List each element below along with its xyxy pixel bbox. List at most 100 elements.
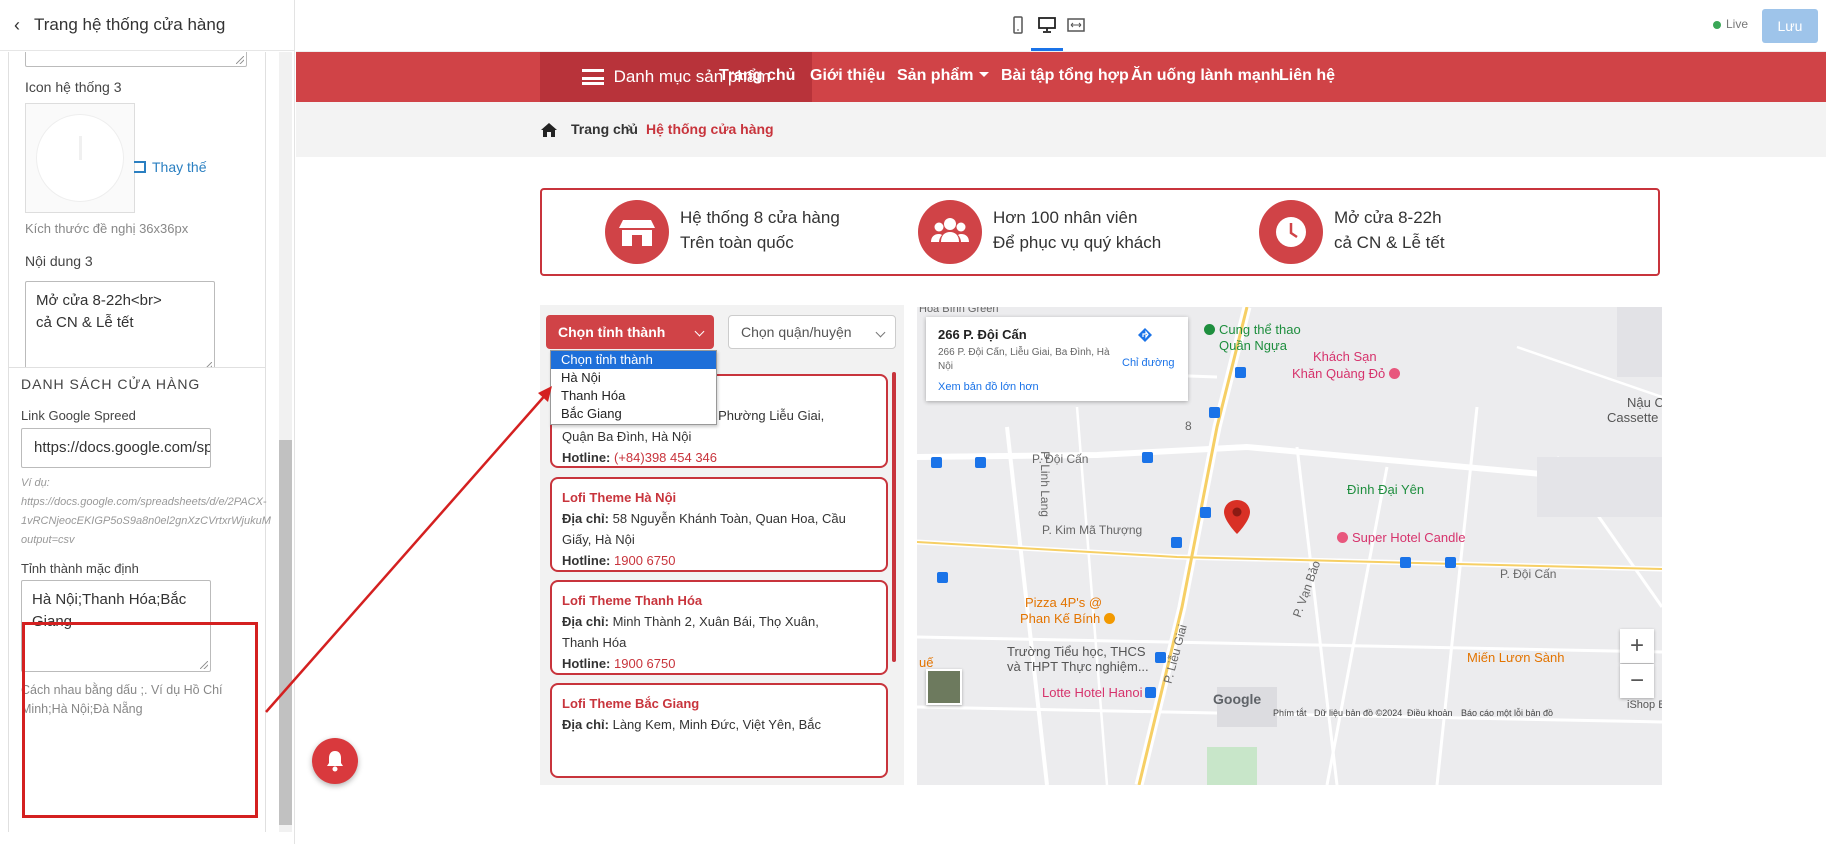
store-card[interactable]: Lofi Theme Hà Nội Địa chỉ: 58 Nguyễn Khá…: [550, 477, 888, 572]
map-footer-report[interactable]: Báo cáo một lỗi bản đồ: [1461, 708, 1553, 718]
store-name: Lofi Theme Bắc Giang: [562, 696, 700, 711]
notification-bell-button[interactable]: [312, 738, 358, 784]
panel-scrollbar-thumb[interactable]: [279, 440, 292, 825]
store-list[interactable]: Cấn, Phường Liễu Giai, Quận Ba Đình, Hà …: [550, 367, 896, 785]
province-option[interactable]: Thanh Hóa: [551, 387, 716, 405]
clock-icon: [1259, 200, 1323, 264]
home-icon[interactable]: [540, 122, 558, 138]
mobile-view-icon[interactable]: [1009, 16, 1027, 34]
desktop-view-icon[interactable]: [1038, 16, 1056, 34]
store-address: Làng Kem, Minh Đức, Việt Yên, Bắc: [612, 717, 821, 732]
fullwidth-view-icon[interactable]: [1067, 16, 1085, 34]
map-info-card: 266 P. Đội Cấn 266 P. Đội Cấn, Liễu Giai…: [926, 317, 1188, 401]
bus-stop-icon: [1145, 687, 1156, 698]
panel-header: ‹ Trang hệ thống cửa hàng: [0, 0, 294, 51]
directions-icon: [1138, 328, 1152, 342]
province-option[interactable]: Hà Nội: [551, 369, 716, 387]
nav-exercises[interactable]: Bài tập tổng hợp: [1001, 67, 1129, 85]
bus-stop-icon: [931, 457, 942, 468]
store-name: Lofi Theme Thanh Hóa: [562, 593, 703, 608]
google-map[interactable]: 266 P. Đội Cấn 266 P. Đội Cấn, Liễu Giai…: [917, 307, 1662, 785]
map-footer-terms[interactable]: Điều khoản: [1407, 708, 1453, 718]
example-url-3: output=csv: [21, 534, 75, 546]
store-card[interactable]: Lofi Theme Thanh Hóa Địa chỉ: Minh Thành…: [550, 580, 888, 675]
section-title: DANH SÁCH CỬA HÀNG: [21, 376, 201, 392]
live-label: Live: [1726, 17, 1749, 31]
store-address-2: Thanh Hóa: [562, 635, 627, 650]
breadcrumb-separator-icon: ›: [627, 119, 633, 136]
features-box: Hệ thống 8 cửa hàng Trên toàn quốc Hơn 1…: [540, 188, 1660, 276]
directions-link[interactable]: Chỉ đường: [1122, 328, 1175, 369]
map-poi: uế: [919, 655, 934, 670]
district-select[interactable]: Chọn quận/huyện: [728, 315, 896, 349]
nav-about[interactable]: Giới thiệu: [810, 67, 885, 85]
zoom-in-button[interactable]: +: [1620, 629, 1654, 663]
map-footer-data: Dữ liệu bản đồ ©2024: [1314, 708, 1403, 718]
main-nav: Danh mục sản phẩm Trang chủ Giới thiệu S…: [296, 52, 1826, 102]
active-view-indicator: [1031, 48, 1063, 51]
store-card[interactable]: Lofi Theme Bắc Giang Địa chỉ: Làng Kem, …: [550, 683, 888, 778]
map-poi: Miến Lươn Sành: [1467, 650, 1565, 665]
map-poi: Phan Kế Bính: [1020, 611, 1115, 626]
map-poi: Lotte Hotel Hanoi: [1042, 685, 1143, 700]
breadcrumb-bar: [296, 102, 1826, 157]
map-poi: Cassette Wor: [1607, 410, 1662, 425]
satellite-toggle[interactable]: [926, 669, 962, 705]
map-poi: Khách Sạn: [1313, 349, 1377, 364]
store-address-2: Quận Ba Đình, Hà Nội: [562, 429, 692, 444]
map-footer-shortcuts[interactable]: Phím tắt: [1273, 708, 1307, 718]
province-select[interactable]: Chọn tỉnh thành: [546, 315, 714, 349]
replace-icon-button[interactable]: Thay thế: [134, 159, 206, 175]
live-status-dot: [1713, 21, 1721, 29]
store-list-scrollbar[interactable]: [892, 372, 896, 662]
feature-hours-line2: cả CN & Lễ tết: [1334, 233, 1445, 252]
breadcrumb-current: Hệ thống cửa hàng: [646, 121, 774, 137]
map-poi: và THPT Thực nghiệm...: [1007, 659, 1149, 674]
nav-products[interactable]: Sản phẩm: [897, 67, 990, 85]
panel-title: Trang hệ thống cửa hàng: [34, 15, 226, 34]
default-province-label: Tỉnh thành mặc định: [21, 561, 139, 576]
chevron-down-icon: [694, 326, 705, 337]
store-address: 58 Nguyễn Khánh Toàn, Quan Hoa, Cầu: [612, 511, 846, 526]
province-dropdown[interactable]: Chọn tỉnh thành Hà Nội Thanh Hóa Bắc Gia…: [550, 350, 717, 425]
zoom-out-button[interactable]: −: [1620, 664, 1654, 698]
sheet-label: Link Google Spreed: [21, 408, 136, 423]
bus-stop-icon: [1200, 507, 1211, 518]
sheet-url-input[interactable]: https://docs.google.com/spreadsheets: [21, 428, 211, 468]
map-poi: Pizza 4P's @: [1025, 595, 1103, 610]
map-street-label: P. Kim Mã Thượng: [1042, 523, 1143, 537]
store-hotline[interactable]: 1900 6750: [614, 656, 675, 671]
previous-textarea[interactable]: [25, 52, 247, 67]
province-option[interactable]: Bắc Giang: [551, 405, 716, 423]
icon3-preview[interactable]: [25, 103, 135, 213]
content3-textarea[interactable]: Mở cửa 8-22h<br> cả CN & Lễ tết: [25, 281, 215, 373]
site-preview: Danh mục sản phẩm Trang chủ Giới thiệu S…: [296, 52, 1826, 844]
feature-stores-line1: Hệ thống 8 cửa hàng: [680, 208, 840, 227]
store-hotline[interactable]: (+84)398 454 346: [614, 450, 717, 465]
clock-icon: [36, 114, 124, 202]
size-hint: Kích thước đề nghị 36x36px: [25, 221, 189, 236]
icon3-label: Icon hệ thống 3: [25, 79, 122, 95]
nav-healthy-eating[interactable]: Ăn uống lành mạnh: [1131, 67, 1280, 85]
users-icon: [918, 200, 982, 264]
nav-home[interactable]: Trang chủ: [719, 67, 795, 85]
bus-stop-icon: [1209, 407, 1220, 418]
store-hotline[interactable]: 1900 6750: [614, 553, 675, 568]
map-label: Hòa Bình Green: [919, 307, 999, 315]
bus-stop-icon: [1445, 557, 1456, 568]
annotation-highlight-box: [22, 622, 258, 818]
feature-staff-line1: Hơn 100 nhân viên: [993, 208, 1138, 227]
chevron-down-icon: [875, 327, 886, 338]
map-poi: Super Hotel Candle: [1337, 530, 1465, 545]
province-option[interactable]: Chọn tỉnh thành: [551, 351, 716, 369]
map-poi: iShop B: [1627, 699, 1662, 711]
map-poi: Khăn Quàng Đỏ: [1292, 366, 1400, 381]
back-chevron-icon[interactable]: ‹: [0, 15, 34, 36]
bus-stop-icon: [1235, 367, 1246, 378]
save-button[interactable]: Lưu: [1762, 9, 1818, 43]
larger-map-link[interactable]: Xem bản đồ lớn hơn: [938, 381, 1039, 393]
bus-stop-icon: [937, 572, 948, 583]
store-address: Minh Thành 2, Xuân Bái, Thọ Xuân,: [612, 614, 819, 629]
nav-contact[interactable]: Liên hệ: [1279, 67, 1335, 85]
map-info-title: 266 P. Đội Cấn: [938, 327, 1027, 342]
